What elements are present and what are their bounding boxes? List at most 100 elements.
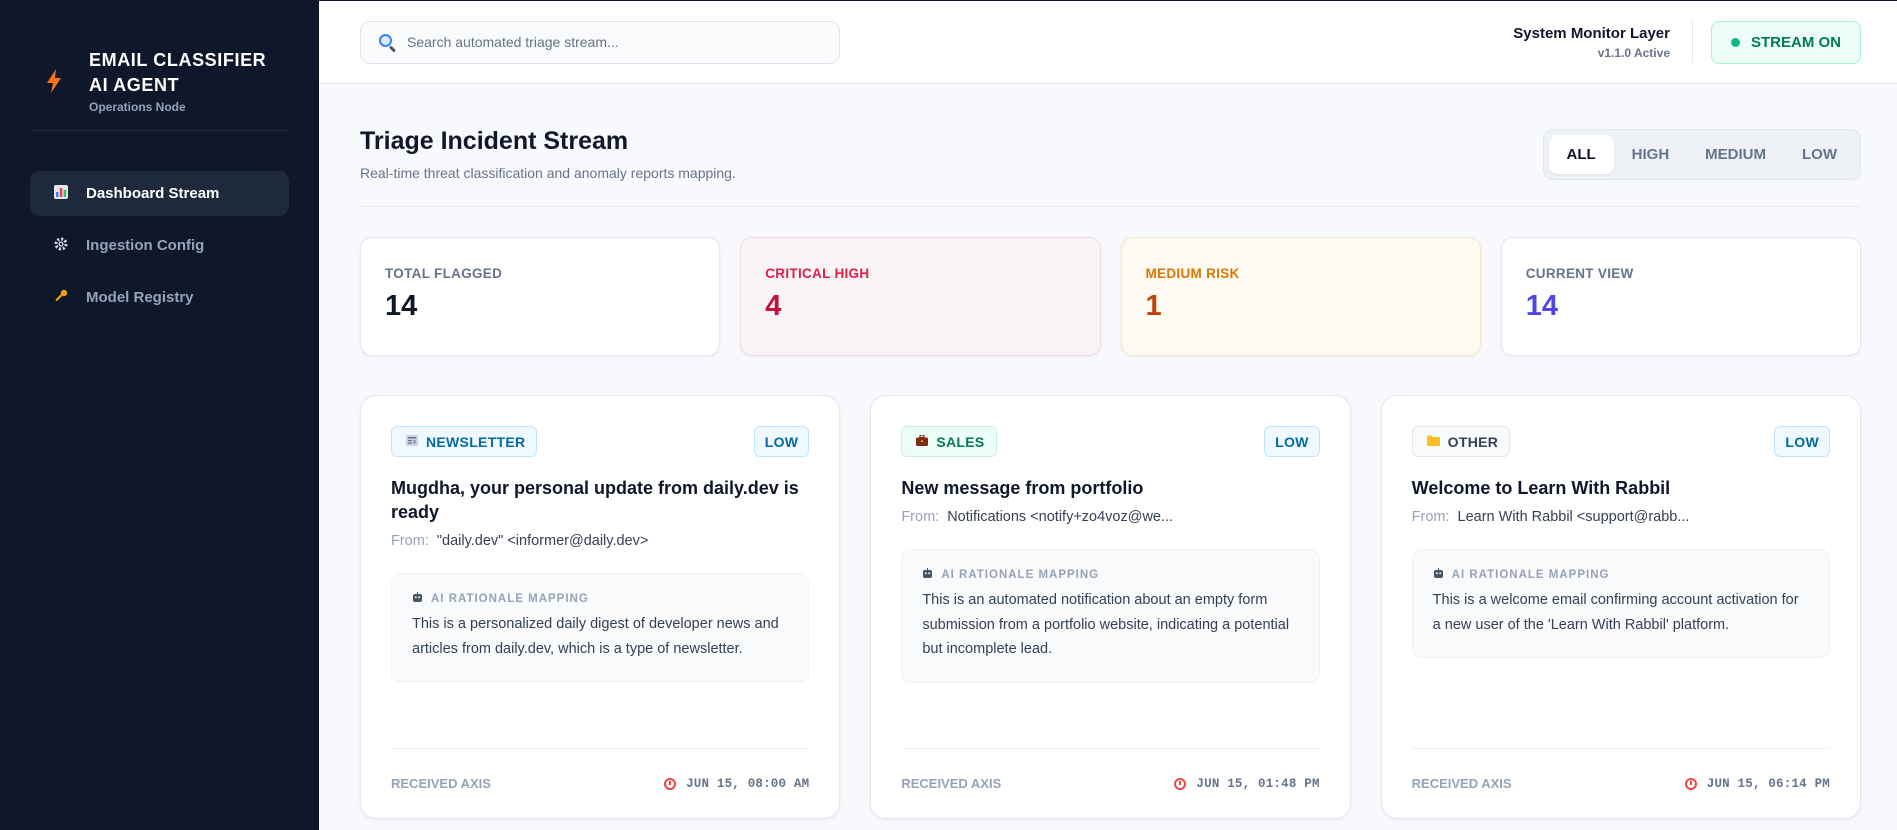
email-sender: From: Learn With Rabbil <support@rabb... [1412, 509, 1830, 525]
email-cards: NEWSLETTER LOW Mugdha, your personal upd… [360, 395, 1861, 819]
system-title: System Monitor Layer [1513, 24, 1670, 42]
filter-low[interactable]: LOW [1784, 135, 1855, 174]
severity-filter: ALL HIGH MEDIUM LOW [1542, 128, 1861, 180]
rationale-text: This is a welcome email confirming accou… [1432, 592, 1799, 633]
sidebar-item-ingestion-config[interactable]: Ingestion Config [30, 223, 289, 268]
main: System Monitor Layer v1.1.0 Active STREA… [319, 1, 1897, 830]
received-label: RECEIVED AXIS [391, 776, 491, 791]
email-card[interactable]: SALES LOW New message from portfolio Fro… [870, 395, 1351, 819]
received-time: JUN 15, 08:00 AM [664, 777, 809, 791]
stat-label: TOTAL FLAGGED [385, 266, 503, 281]
sidebar-nav: Dashboard Stream Ingestion Config Model … [30, 171, 289, 320]
received-label: RECEIVED AXIS [901, 776, 1002, 791]
category-tag: NEWSLETTER [391, 426, 538, 457]
from-label: From: [901, 509, 940, 525]
folder-icon [1426, 435, 1440, 449]
email-card[interactable]: OTHER LOW Welcome to Learn With Rabbil F… [1380, 395, 1861, 819]
alarm-clock-icon [1174, 777, 1187, 790]
rationale-label: AI RATIONALE MAPPING [1451, 569, 1610, 581]
received-time: JUN 15, 01:48 PM [1174, 777, 1319, 791]
card-footer: RECEIVED AXIS JUN 15, 06:14 PM [1411, 748, 1830, 818]
stat-medium-risk: MEDIUM RISK 1 [1120, 237, 1481, 356]
rationale-label: AI RATIONALE MAPPING [941, 569, 1100, 581]
search-icon [377, 32, 397, 53]
stat-value: 14 [1525, 290, 1559, 322]
status-dot-icon [1731, 37, 1740, 47]
time-value: JUN 15, 06:14 PM [1706, 776, 1830, 791]
stat-label: CURRENT VIEW [1525, 266, 1634, 281]
brand-title: EMAIL CLASSIFIER AI AGENT [89, 50, 267, 95]
stat-total-flagged: TOTAL FLAGGED 14 [360, 237, 721, 356]
filter-high[interactable]: HIGH [1614, 135, 1688, 174]
email-sender: From: "daily.dev" <informer@daily.dev> [391, 533, 809, 549]
filter-all[interactable]: ALL [1548, 134, 1614, 174]
email-card[interactable]: NEWSLETTER LOW Mugdha, your personal upd… [360, 395, 841, 819]
filter-medium[interactable]: MEDIUM [1687, 135, 1784, 174]
sidebar-item-label: Model Registry [86, 289, 194, 306]
sender-value: "daily.dev" <informer@daily.dev> [436, 533, 649, 549]
brand-subtitle: Operations Node [89, 100, 186, 114]
email-subject: Welcome to Learn With Rabbil [1411, 478, 1671, 498]
sidebar-item-model-registry[interactable]: Model Registry [30, 275, 289, 320]
card-footer: RECEIVED AXIS JUN 15, 01:48 PM [901, 748, 1320, 818]
time-value: JUN 15, 08:00 AM [686, 776, 810, 791]
received-label: RECEIVED AXIS [1411, 776, 1512, 791]
stat-value: 4 [765, 290, 782, 322]
system-monitor: System Monitor Layer v1.1.0 Active [1513, 25, 1670, 60]
page-title: Triage Incident Stream [360, 127, 629, 155]
stream-label: STREAM ON [1751, 33, 1841, 51]
page-header: Triage Incident Stream Real-time threat … [360, 84, 1861, 207]
newspaper-icon [406, 434, 418, 449]
sidebar-item-label: Ingestion Config [86, 237, 205, 254]
alarm-clock-icon [664, 777, 677, 790]
brand: EMAIL CLASSIFIER AI AGENT Operations Nod… [30, 1, 289, 131]
ai-rationale: AI RATIONALE MAPPING This is an automate… [901, 549, 1320, 683]
category-tag: OTHER [1411, 426, 1511, 457]
stat-label: MEDIUM RISK [1145, 266, 1240, 281]
alarm-clock-icon [1684, 777, 1697, 790]
robot-icon [1433, 568, 1444, 582]
card-footer: RECEIVED AXIS JUN 15, 08:00 AM [391, 748, 810, 818]
stat-label: CRITICAL HIGH [765, 266, 870, 281]
email-subject: Mugdha, your personal update from daily.… [391, 478, 799, 522]
severity-badge: LOW [1774, 426, 1830, 457]
email-subject: New message from portfolio [901, 478, 1144, 498]
stat-critical-high: CRITICAL HIGH 4 [740, 237, 1101, 356]
briefcase-icon [916, 433, 929, 449]
robot-icon [412, 592, 423, 606]
received-time: JUN 15, 06:14 PM [1684, 776, 1830, 791]
ai-rationale: AI RATIONALE MAPPING This is a personali… [391, 573, 810, 682]
rationale-text: This is an automated notification about … [922, 592, 1290, 657]
rationale-text: This is a personalized daily digest of d… [412, 616, 779, 657]
search-box[interactable] [360, 20, 840, 64]
sidebar-item-dashboard-stream[interactable]: Dashboard Stream [30, 171, 289, 216]
rationale-label: AI RATIONALE MAPPING [431, 593, 589, 605]
severity-badge: LOW [753, 426, 810, 457]
category-label: SALES [936, 433, 985, 450]
time-value: JUN 15, 01:48 PM [1196, 776, 1320, 791]
system-version: v1.1.0 Active [1597, 45, 1670, 60]
category-label: NEWSLETTER [426, 433, 526, 450]
divider [1692, 21, 1693, 63]
robot-icon [922, 568, 933, 582]
from-label: From: [391, 533, 429, 549]
key-icon [52, 289, 70, 306]
sidebar-item-label: Dashboard Stream [86, 185, 220, 202]
from-label: From: [1411, 509, 1450, 525]
email-sender: From: Notifications <notify+zo4voz@we... [901, 509, 1319, 525]
ai-rationale: AI RATIONALE MAPPING This is a welcome e… [1411, 549, 1830, 658]
stat-value: 1 [1145, 290, 1162, 322]
stat-current-view: CURRENT VIEW 14 [1500, 237, 1861, 356]
sidebar: EMAIL CLASSIFIER AI AGENT Operations Nod… [0, 1, 319, 830]
stat-value: 14 [385, 290, 418, 322]
stats-row: TOTAL FLAGGED 14 CRITICAL HIGH 4 MEDIUM … [360, 237, 1861, 356]
bar-chart-icon [52, 185, 70, 202]
topbar: System Monitor Layer v1.1.0 Active STREA… [319, 1, 1897, 84]
category-tag: SALES [901, 426, 997, 457]
sender-value: Notifications <notify+zo4voz@we... [947, 509, 1174, 525]
category-label: OTHER [1447, 433, 1499, 450]
severity-badge: LOW [1264, 426, 1320, 457]
stream-toggle-button[interactable]: STREAM ON [1711, 20, 1861, 64]
content: Triage Incident Stream Real-time threat … [319, 84, 1897, 819]
search-input[interactable] [407, 34, 839, 50]
